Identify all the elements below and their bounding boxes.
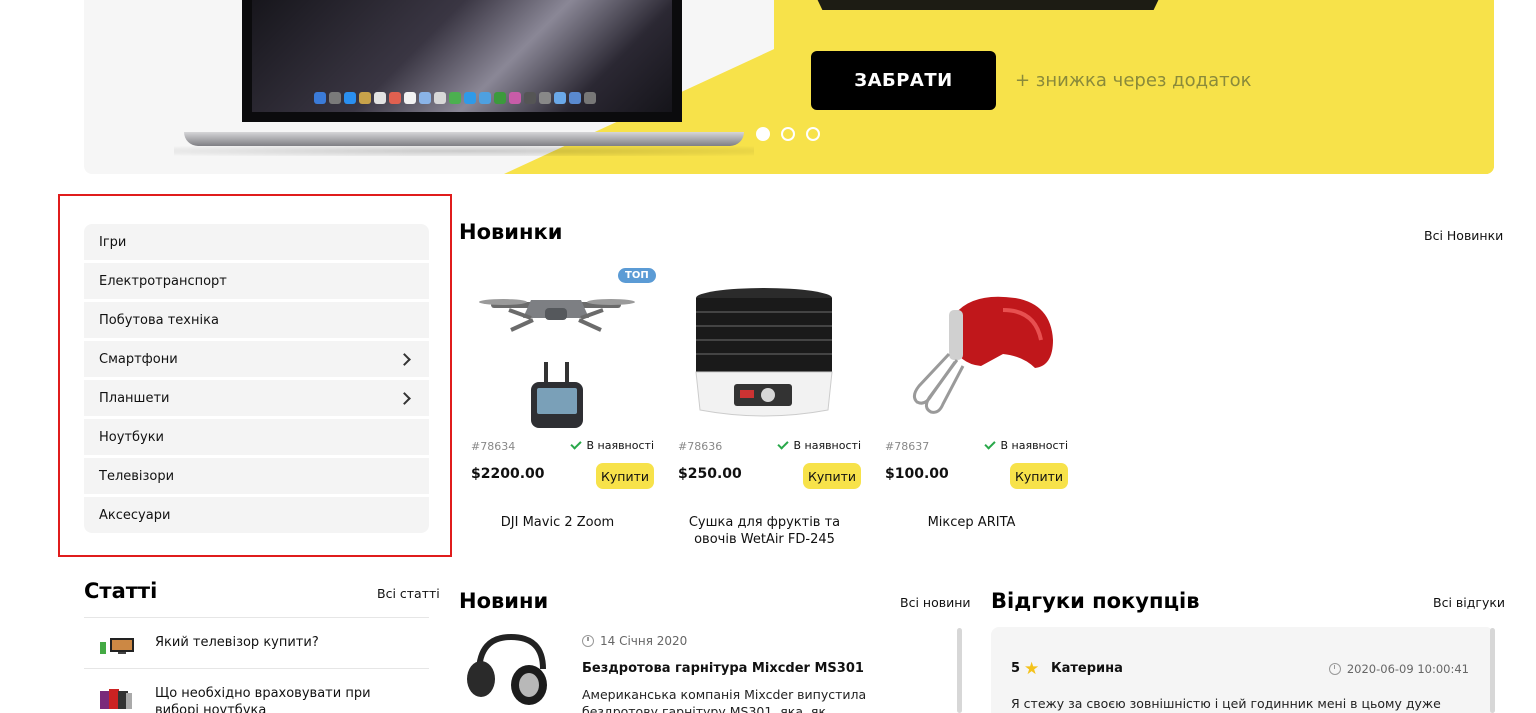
laptop-dock xyxy=(314,92,596,106)
carousel-dot-2[interactable] xyxy=(781,127,795,141)
all-news-link[interactable]: Всі новини xyxy=(900,595,971,610)
news-date: 14 Січня 2020 xyxy=(582,634,687,648)
product-name[interactable]: DJI Mavic 2 Zoom xyxy=(461,514,654,531)
category-label: Ноутбуки xyxy=(99,429,165,445)
reviews-scrollbar[interactable] xyxy=(1490,628,1495,713)
carousel-dot-3[interactable] xyxy=(806,127,820,141)
review-date-label: 2020-06-09 10:00:41 xyxy=(1346,662,1469,676)
checkmark-icon xyxy=(570,438,583,450)
chevron-right-icon xyxy=(398,391,411,405)
category-menu: Ігри Електротранспорт Побутова техніка С… xyxy=(84,224,429,536)
laptops-thumbnail xyxy=(100,689,132,709)
star-icon: ★ xyxy=(1024,658,1040,679)
stock-status: В наявності xyxy=(984,438,1068,452)
headphones-image xyxy=(467,633,547,705)
checkmark-icon xyxy=(984,438,997,450)
category-item-home-appliances[interactable]: Побутова техніка xyxy=(84,302,429,338)
article-title[interactable]: Що необхідно враховувати при виборі ноут… xyxy=(155,685,405,713)
clock-icon xyxy=(1328,663,1341,675)
news-date-label: 14 Січня 2020 xyxy=(600,634,688,648)
clock-icon xyxy=(582,635,594,647)
stock-label: В наявності xyxy=(1000,439,1068,452)
review-date: 2020-06-09 10:00:41 xyxy=(1328,662,1469,676)
laptop-image xyxy=(242,0,682,122)
category-item-tablets[interactable]: Планшети xyxy=(84,380,429,416)
news-scrollbar[interactable] xyxy=(957,628,962,713)
category-label: Ігри xyxy=(99,234,127,250)
all-reviews-link[interactable]: Всі відгуки xyxy=(1433,595,1505,610)
new-products-title: Новинки xyxy=(459,220,563,244)
all-articles-link[interactable]: Всі статті xyxy=(377,586,440,601)
articles-title: Статті xyxy=(84,579,158,603)
news-title: Новини xyxy=(459,589,549,613)
article-title[interactable]: Який телевізор купити? xyxy=(155,634,319,651)
rating-value: 5 xyxy=(1011,661,1021,676)
hero-banner[interactable]: ЗАБРАТИ + знижка через додаток xyxy=(84,0,1494,174)
category-item-accessories[interactable]: Аксесуари xyxy=(84,497,429,533)
drone-image xyxy=(479,299,635,428)
product-name[interactable]: Сушка для фруктів та овочів WetAir FD-24… xyxy=(668,514,861,548)
review-card: 5 ★ Катерина 2020-06-09 10:00:41 Я стежу … xyxy=(991,627,1494,713)
article-item[interactable]: Що необхідно враховувати при виборі ноут… xyxy=(84,668,429,713)
news-headline[interactable]: Бездротова гарнітура Mixcder MS301 xyxy=(582,661,864,676)
stock-status: В наявності xyxy=(777,438,861,452)
product-name[interactable]: Міксер ARITA xyxy=(875,514,1068,531)
dehydrator-image xyxy=(695,288,833,417)
news-excerpt: Американська компанія Mixcder випустила … xyxy=(582,687,867,713)
category-item-electric-transport[interactable]: Електротранспорт xyxy=(84,263,429,299)
hero-subtext: + знижка через додаток xyxy=(1015,70,1252,91)
mixer-image xyxy=(912,296,1053,414)
article-item[interactable]: Який телевізор купити? xyxy=(84,617,429,668)
checkmark-icon xyxy=(777,438,790,450)
category-label: Телевізори xyxy=(99,468,175,484)
product-card[interactable]: ТОП #78634 В наявності $2200.00 Купити D… xyxy=(461,262,656,562)
product-price: $250.00 xyxy=(678,466,742,482)
buy-button[interactable]: Купити xyxy=(1010,463,1068,489)
category-item-tvs[interactable]: Телевізори xyxy=(84,458,429,494)
buy-button[interactable]: Купити xyxy=(803,463,861,489)
reviews-title: Відгуки покупців xyxy=(991,589,1200,613)
stock-status: В наявності xyxy=(570,438,654,452)
product-price: $100.00 xyxy=(885,466,949,482)
carousel-dots xyxy=(756,127,820,141)
top-badge: ТОП xyxy=(618,268,656,283)
product-sku: #78634 xyxy=(471,440,516,453)
category-item-laptops[interactable]: Ноутбуки xyxy=(84,419,429,455)
all-new-products-link[interactable]: Всі Новинки xyxy=(1424,228,1503,243)
product-sku: #78637 xyxy=(885,440,930,453)
laptop-base xyxy=(184,132,744,146)
hero-cta-button[interactable]: ЗАБРАТИ xyxy=(811,51,996,110)
laptop-shadow xyxy=(174,146,754,156)
category-label: Аксесуари xyxy=(99,507,171,523)
review-text: Я стежу за своєю зовнішністю і цей годин… xyxy=(1011,696,1441,713)
category-label: Електротранспорт xyxy=(99,273,227,289)
category-item-games[interactable]: Ігри xyxy=(84,224,429,260)
product-price: $2200.00 xyxy=(471,466,545,482)
chevron-right-icon xyxy=(398,352,411,366)
category-label: Побутова техніка xyxy=(99,312,219,328)
product-card[interactable]: #78636 В наявності $250.00 Купити Сушка … xyxy=(668,262,861,562)
category-label: Смартфони xyxy=(99,351,178,367)
review-rating: 5 ★ xyxy=(1011,658,1040,679)
category-label: Планшети xyxy=(99,390,170,406)
tv-thumbnail xyxy=(100,638,134,654)
hero-title-cropped xyxy=(808,0,1168,10)
stock-label: В наявності xyxy=(793,439,861,452)
buy-button[interactable]: Купити xyxy=(596,463,654,489)
product-sku: #78636 xyxy=(678,440,723,453)
product-card[interactable]: #78637 В наявності $100.00 Купити Міксер… xyxy=(875,262,1068,562)
reviewer-name: Катерина xyxy=(1051,661,1123,676)
category-item-smartphones[interactable]: Смартфони xyxy=(84,341,429,377)
stock-label: В наявності xyxy=(586,439,654,452)
carousel-dot-1[interactable] xyxy=(756,127,770,141)
